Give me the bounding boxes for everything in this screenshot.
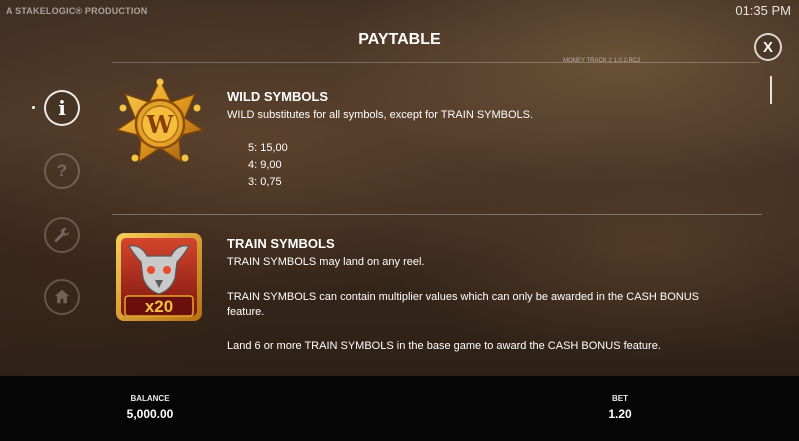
- train-title: TRAIN SYMBOLS: [227, 236, 335, 251]
- provider-credit: A STAKELOGIC® PRODUCTION: [6, 6, 148, 16]
- bottom-bar: BALANCE 5,000.00 BET 1.20: [0, 376, 799, 441]
- version-label: MONEY TRACK 2 1.0.2.RC2: [563, 58, 641, 64]
- close-icon: X: [762, 38, 773, 56]
- nav-home-button[interactable]: [44, 279, 80, 315]
- train-text-multiplier-cont: feature.: [227, 306, 265, 318]
- close-button[interactable]: X: [754, 33, 782, 61]
- help-icon: ?: [56, 161, 68, 180]
- paytable-overlay: [0, 0, 799, 441]
- wild-payout-4: 4: 9,00: [248, 159, 282, 171]
- section-divider: [112, 214, 762, 215]
- train-text-land: TRAIN SYMBOLS may land on any reel.: [227, 256, 425, 268]
- home-icon: [54, 289, 70, 304]
- nav-settings-button[interactable]: [44, 217, 80, 253]
- wild-description: WILD substitutes for all symbols, except…: [227, 109, 534, 121]
- svg-text:W: W: [146, 110, 175, 139]
- train-symbol-icon: x20: [116, 233, 202, 321]
- svg-text:x20: x20: [145, 297, 173, 316]
- train-text-multiplier: TRAIN SYMBOLS can contain multiplier val…: [227, 291, 699, 303]
- wild-payout-5: 5: 15,00: [248, 142, 288, 154]
- page-title: PAYTABLE: [358, 31, 441, 48]
- train-text-trigger: Land 6 or more TRAIN SYMBOLS in the base…: [227, 340, 661, 352]
- wild-payout-3: 3: 0,75: [248, 176, 282, 188]
- balance-label: BALANCE: [130, 394, 170, 403]
- wild-symbol-icon: W: [115, 78, 205, 164]
- version-divider: [112, 62, 760, 63]
- wrench-icon: [54, 227, 70, 242]
- scrollbar-thumb[interactable]: [770, 76, 772, 104]
- nav-help-button[interactable]: ?: [44, 153, 80, 189]
- wild-title: WILD SYMBOLS: [227, 89, 329, 104]
- nav-info-button[interactable]: i: [44, 90, 80, 126]
- bet-value: 1.20: [608, 407, 632, 421]
- clock: 01:35 PM: [735, 3, 791, 18]
- bet-label: BET: [612, 394, 628, 403]
- info-icon: i: [58, 96, 66, 120]
- balance-value: 5,000.00: [126, 407, 174, 421]
- active-indicator: [32, 106, 35, 109]
